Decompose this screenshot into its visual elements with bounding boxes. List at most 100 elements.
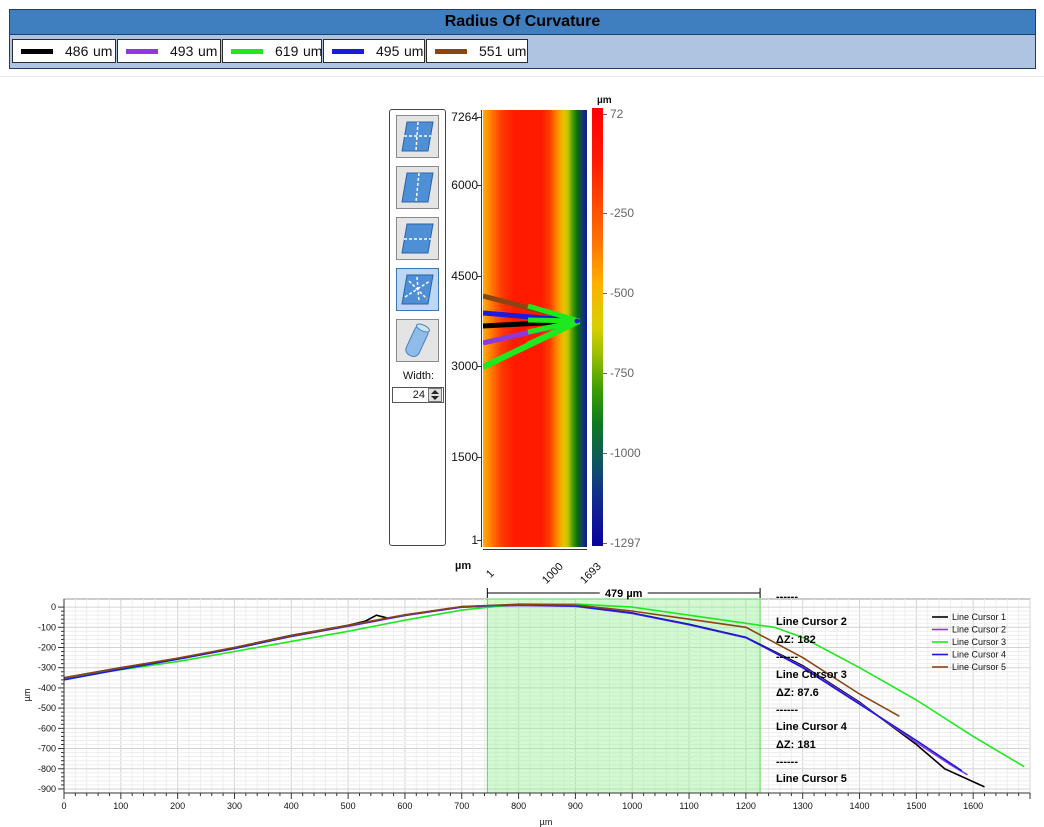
roc-item-3: 619 um: [222, 39, 322, 63]
roc-item-2: 493 um: [117, 39, 221, 63]
x-tick-label: 400: [284, 801, 299, 811]
selection-width-label: 479 µm: [605, 588, 643, 600]
roc-unit-5: um: [507, 43, 527, 59]
horizontal-cursor-button[interactable]: [396, 217, 439, 260]
annotation-line: Line Cursor 4: [776, 721, 848, 733]
y-tick-label: -300: [38, 663, 56, 673]
up-down-arrows-icon: [431, 390, 439, 400]
colorbar-tick: 72: [610, 107, 624, 121]
radial-cursor-button[interactable]: [396, 268, 439, 311]
heatmap-x-tick: 1: [484, 567, 497, 581]
annotation-line: ΔZ: 87.6: [776, 687, 819, 699]
roc-value-2: 493: [170, 43, 194, 59]
x-axis-label: µm: [540, 817, 553, 827]
window-title: Radius Of Curvature: [9, 9, 1036, 35]
heatmap-y-tick: 6000: [451, 178, 478, 192]
legend-label: Line Cursor 3: [952, 637, 1006, 647]
roc-value-5: 551: [479, 43, 503, 59]
x-tick-label: 500: [341, 801, 356, 811]
legend-label: Line Cursor 2: [952, 625, 1006, 635]
annotation-line: Line Cursor 5: [776, 773, 847, 785]
colorbar-tick: -750: [610, 366, 635, 380]
tick-mark: [477, 185, 482, 186]
tick-mark: [603, 373, 607, 374]
tick-mark: [477, 276, 482, 277]
profile-chart[interactable]: 0 100 200 300 400 500 600 700 800 900 1000 1100 1200…: [0, 585, 1044, 827]
roc-legend: 486 um 493 um 619 um 495 um 551 um: [9, 35, 1036, 69]
roc-swatch-4: [332, 49, 364, 54]
roc-unit-4: um: [404, 43, 424, 59]
roc-unit-2: um: [198, 43, 218, 59]
annotation-line: ------: [776, 651, 798, 663]
selection-measure: 479 µm: [486, 587, 761, 600]
legend-label: Line Cursor 1: [952, 612, 1006, 622]
annotation-line: ΔZ: 181: [776, 739, 816, 751]
legend-label: Line Cursor 5: [952, 662, 1006, 672]
height-map-image[interactable]: [483, 110, 587, 547]
x-tick-label: 900: [568, 801, 583, 811]
tick-mark: [603, 114, 607, 115]
x-tick-label: 1400: [850, 801, 870, 811]
roc-unit-3: um: [303, 43, 323, 59]
colorbar: [592, 108, 603, 546]
y-tick-label: -500: [38, 703, 56, 713]
heatmap-x-tick: 1000: [540, 560, 566, 587]
cylinder-icon: [405, 323, 430, 357]
cylinder-button[interactable]: [396, 319, 439, 362]
vertical-cursor-icon: [401, 172, 434, 203]
heatmap-y-tick: 1500: [451, 450, 478, 464]
x-tick-label: 200: [170, 801, 185, 811]
roc-swatch-3: [231, 49, 263, 54]
x-tick-label: 1300: [793, 801, 813, 811]
tick-mark: [603, 453, 607, 454]
tick-mark: [477, 540, 482, 541]
y-tick-label: -800: [38, 764, 56, 774]
legend-label: Line Cursor 4: [952, 650, 1006, 660]
tick-mark: [477, 457, 482, 458]
heatmap-y-tick: 7264: [451, 110, 478, 124]
heatmap-unit-label: µm: [455, 560, 472, 572]
cursor-tool-panel: Width: 24: [389, 109, 446, 546]
heatmap-x-axis: [483, 549, 587, 550]
x-tick-label: 600: [397, 801, 412, 811]
cross-cursor-icon: [401, 121, 434, 152]
y-axis-label: µm: [22, 689, 32, 702]
x-tick-label: 1200: [736, 801, 756, 811]
y-tick-label: -100: [38, 622, 56, 632]
tick-mark: [477, 366, 482, 367]
y-tick-label: 0: [51, 602, 56, 612]
colorbar-tick: -500: [610, 286, 635, 300]
y-tick-label: -700: [38, 744, 56, 754]
annotation-line: ΔZ: 182: [776, 634, 816, 646]
tick-mark: [603, 293, 607, 294]
roc-unit-1: um: [93, 43, 113, 59]
y-tick-label: -900: [38, 784, 56, 794]
heatmap-y-axis: [481, 110, 482, 547]
x-tick-label: 0: [61, 801, 66, 811]
roc-swatch-1: [21, 49, 53, 54]
x-tick-label: 100: [113, 801, 128, 811]
x-tick-label: 300: [227, 801, 242, 811]
colorbar-unit-label: µm: [597, 95, 612, 106]
vertical-cursor-button[interactable]: [396, 166, 439, 209]
x-tick-label: 1500: [906, 801, 926, 811]
width-stepper[interactable]: [428, 388, 442, 402]
heatmap-y-tick: 4500: [451, 269, 478, 283]
roc-swatch-2: [126, 49, 158, 54]
x-tick-label: 1000: [622, 801, 642, 811]
annotation-line: Line Cursor 3: [776, 669, 847, 681]
annotation-line: ------: [776, 704, 798, 716]
annotation-line: ------: [776, 591, 798, 603]
roc-item-5: 551 um: [426, 39, 528, 63]
x-tick-label: 1600: [963, 801, 983, 811]
cross-cursor-button[interactable]: [396, 115, 439, 158]
heatmap-x-tick: 1693: [578, 560, 604, 587]
roc-value-4: 495: [376, 43, 400, 59]
roc-value-3: 619: [275, 43, 299, 59]
radial-cursor-lines[interactable]: [483, 110, 587, 547]
selection-region[interactable]: [486, 598, 761, 794]
x-tick-label: 700: [454, 801, 469, 811]
tick-mark: [477, 117, 482, 118]
y-tick-label: -600: [38, 723, 56, 733]
y-tick-label: -400: [38, 683, 56, 693]
